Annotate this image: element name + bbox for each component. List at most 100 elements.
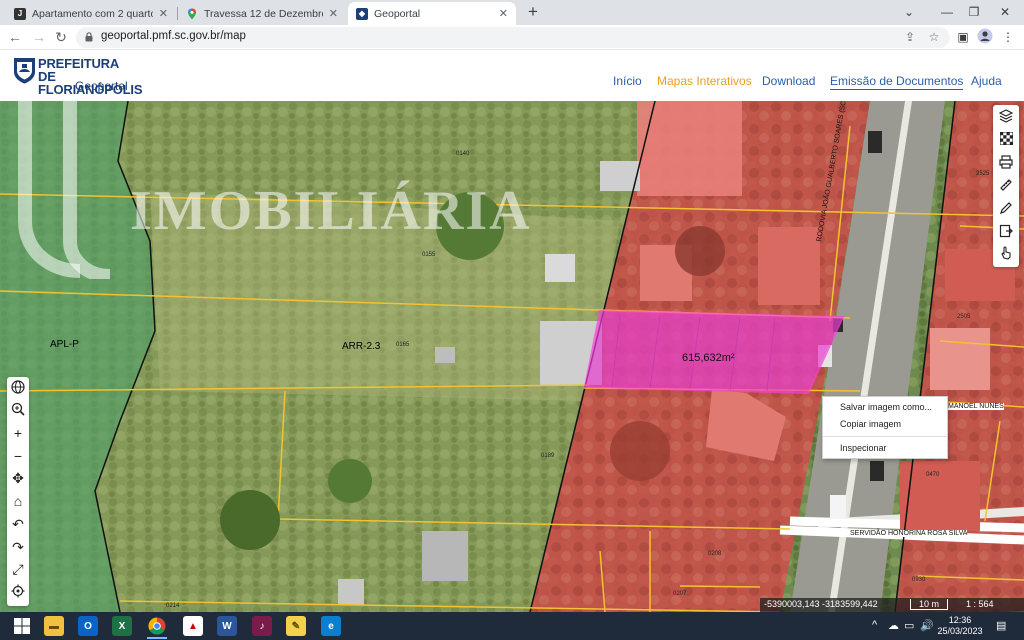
parcel-number: 0165 [396, 342, 410, 348]
excel-icon[interactable]: X [112, 616, 132, 636]
export-icon[interactable] [998, 224, 1014, 240]
globe-icon[interactable] [10, 380, 26, 396]
print-icon[interactable] [998, 155, 1014, 171]
watermark-logo-icon [18, 101, 111, 279]
windows-start-icon[interactable] [12, 616, 32, 636]
close-tab-icon[interactable]: ✕ [499, 7, 508, 20]
parcel-number: 0189 [541, 453, 555, 459]
network-icon[interactable]: ▭ [904, 619, 914, 632]
zoom-out-icon[interactable]: − [10, 448, 26, 464]
menu-kebab-icon[interactable]: ⋮ [999, 28, 1017, 46]
edge-icon[interactable]: e [321, 616, 341, 636]
hand-pointer-icon[interactable] [998, 246, 1014, 262]
close-tab-icon[interactable]: ✕ [329, 7, 338, 20]
notes-app-icon[interactable]: ✎ [286, 616, 306, 636]
nav-download[interactable]: Download [762, 74, 815, 88]
tray-chevron-icon[interactable]: ^ [872, 619, 877, 631]
nav-mapas-interativos[interactable]: Mapas Interativos [657, 74, 752, 88]
map-canvas[interactable]: IMOBILIÁRIA APL-P ARR-2.3 615,632m² 0140… [0, 101, 1024, 612]
locate-icon[interactable] [10, 584, 26, 600]
map-status-bar: -5390003,143 -3183599,442 10 m 1 : 564 [760, 598, 1024, 612]
cloud-icon[interactable]: ☁ [888, 619, 899, 632]
menu-separator [823, 436, 947, 437]
clock-date: 25/03/2023 [937, 626, 983, 636]
scale-bar: 10 m [910, 599, 949, 610]
outlook-icon[interactable]: O [78, 616, 98, 636]
scale-ratio: 1 : 564 [966, 599, 994, 609]
address-bar[interactable]: geoportal.pmf.sc.gov.br/map ⇪ ☆ [76, 27, 950, 48]
restore-icon[interactable]: ❐ [963, 2, 985, 22]
map-tools-left: + − ✥ ⌂ ↶ ↷ ⤢ [7, 377, 29, 606]
browser-tab-travessa[interactable]: Travessa 12 de Dezembro - Ingle ✕ [178, 2, 346, 25]
nav-ajuda[interactable]: Ajuda [971, 74, 1002, 88]
menu-save-image[interactable]: Salvar imagem como... [840, 402, 932, 412]
volume-icon[interactable]: 🔊 [920, 619, 934, 632]
side-panel-icon[interactable]: ▣ [954, 28, 972, 46]
street-label-manoel-nunes: MANOEL NUNES [948, 403, 1004, 410]
street-label-honorina: SERVIDÃO HONORINA ROSA SILVA [850, 530, 968, 537]
parcel-number: 0208 [708, 551, 722, 557]
photos-icon[interactable]: ▲ [183, 616, 203, 636]
back-icon[interactable]: ← [6, 28, 24, 46]
parcel-area-label: 615,632m² [682, 352, 735, 364]
parcel-number: 0930 [912, 577, 926, 583]
zoom-area-icon[interactable] [10, 402, 26, 418]
home-icon[interactable]: ⌂ [10, 493, 26, 509]
parcel-number: 0155 [422, 252, 436, 258]
logo-subtitle: Geoportal [75, 79, 128, 93]
media-app-icon[interactable]: ♪ [252, 616, 272, 636]
florianopolis-shield-icon [14, 58, 35, 84]
new-tab-button[interactable]: + [524, 3, 542, 21]
chrome-icon[interactable] [147, 616, 167, 636]
menu-copy-image[interactable]: Copiar imagem [840, 419, 901, 429]
map-tools-right [993, 105, 1019, 267]
coordinate-readout: -5390003,143 -3183599,442 [764, 599, 878, 609]
pan-icon[interactable]: ✥ [10, 470, 26, 486]
tab-search-icon[interactable]: ⌄ [898, 2, 920, 22]
browser-toolbar: ← → ↻ geoportal.pmf.sc.gov.br/map ⇪ ☆ ▣ … [0, 25, 1024, 50]
ruler-icon[interactable] [998, 178, 1014, 194]
zone-label-aplp: APL-P [50, 339, 79, 350]
undo-icon[interactable]: ↶ [10, 516, 26, 532]
layers-icon[interactable] [998, 109, 1014, 125]
minimize-icon[interactable]: — [936, 2, 958, 22]
browser-tab-apartamento[interactable]: J Apartamento com 2 quartos no I ✕ [6, 2, 176, 25]
profile-avatar-icon[interactable] [976, 28, 994, 46]
context-menu: Salvar imagem como... Copiar imagem Insp… [822, 396, 948, 459]
pencil-icon[interactable] [998, 201, 1014, 217]
share-icon[interactable]: ⇪ [902, 29, 918, 45]
parcel-number: 2525 [976, 171, 990, 177]
lock-icon [85, 32, 93, 42]
tab-title: Travessa 12 de Dezembro - Ingle [204, 7, 323, 20]
close-tab-icon[interactable]: ✕ [159, 7, 168, 20]
nav-emissao-documentos[interactable]: Emissão de Documentos [830, 74, 964, 90]
checkerboard-icon[interactable] [998, 131, 1014, 148]
parcel-number: 2505 [957, 314, 971, 320]
zone-label-arr: ARR-2.3 [342, 341, 381, 352]
watermark-text: IMOBILIÁRIA [130, 180, 532, 242]
tab-title: Apartamento com 2 quartos no I [32, 7, 153, 20]
bookmark-star-icon[interactable]: ☆ [926, 29, 942, 45]
fullscreen-icon[interactable]: ⤢ [10, 561, 26, 577]
maps-pin-icon [186, 8, 198, 20]
close-window-icon[interactable]: ✕ [994, 2, 1016, 22]
reload-icon[interactable]: ↻ [52, 28, 70, 46]
clock-time: 12:36 [948, 615, 972, 625]
nav-inicio[interactable]: Início [613, 74, 642, 88]
browser-tab-strip: J Apartamento com 2 quartos no I ✕ Trave… [0, 0, 1024, 25]
menu-inspect[interactable]: Inspecionar [840, 443, 887, 453]
file-explorer-icon[interactable]: ▬ [44, 616, 64, 636]
windows-taskbar: ▬ O X ▲ W ♪ ✎ e ^ ☁ ▭ 🔊 12:36 25/03/2023… [0, 612, 1024, 640]
tab-title: Geoportal [374, 7, 421, 20]
redo-icon[interactable]: ↷ [10, 539, 26, 555]
page-icon: J [14, 7, 26, 20]
geoportal-icon: ◆ [356, 7, 368, 20]
taskbar-clock[interactable]: 12:36 25/03/2023 [936, 615, 984, 637]
browser-tab-geoportal[interactable]: ◆ Geoportal ✕ [348, 2, 516, 25]
zoom-in-icon[interactable]: + [10, 425, 26, 441]
forward-icon[interactable]: → [30, 28, 48, 46]
notifications-icon[interactable]: ▤ [996, 619, 1006, 632]
active-app-indicator [147, 637, 167, 639]
parcel-number: 0470 [926, 472, 940, 478]
word-icon[interactable]: W [217, 616, 237, 636]
